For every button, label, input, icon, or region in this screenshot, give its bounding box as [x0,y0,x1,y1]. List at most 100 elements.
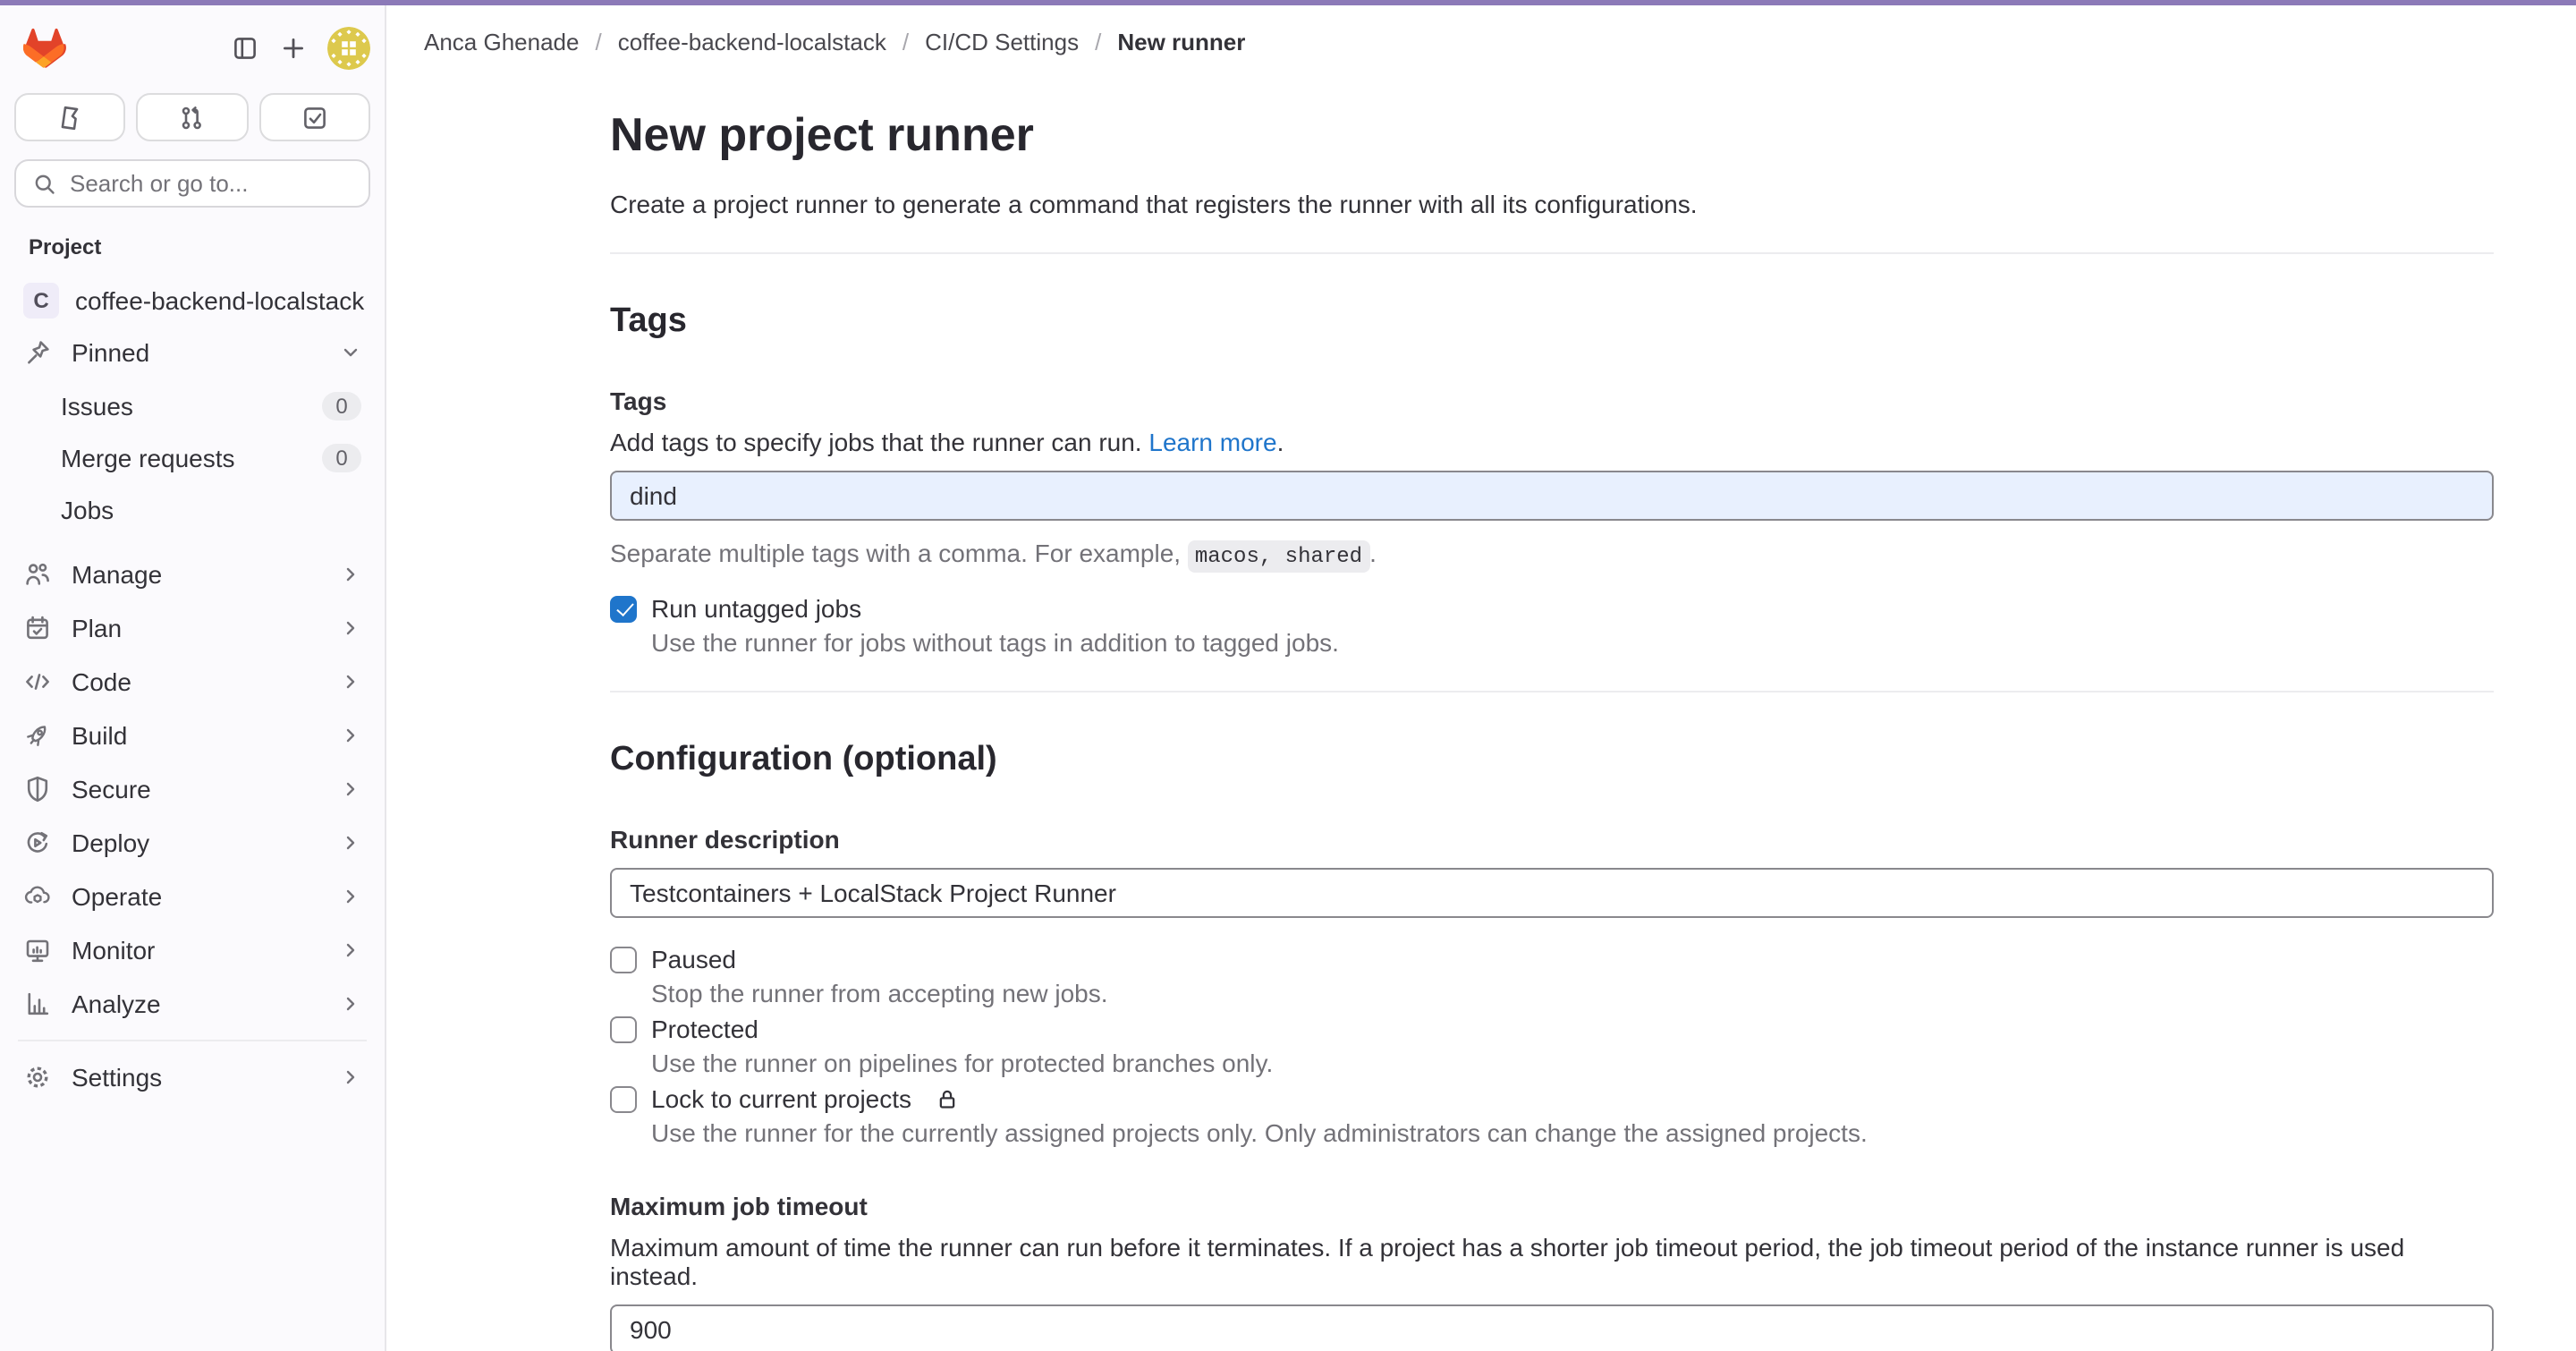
paused-group: Paused Stop the runner from accepting ne… [610,945,2494,1007]
run-untagged-label: Run untagged jobs [651,594,861,623]
runner-description-input[interactable] [610,868,2494,918]
todo-shortcut-button[interactable] [258,93,370,141]
section-divider [610,252,2494,254]
issues-count-badge: 0 [322,391,361,420]
breadcrumb-link[interactable]: coffee-backend-localstack [618,29,886,55]
sidebar-item-jobs[interactable]: Jobs [7,483,377,535]
protected-help: Use the runner on pipelines for protecte… [651,1049,2494,1077]
tags-help-text: Separate multiple tags with a comma. For… [610,539,2494,569]
project-name: coffee-backend-localstack [75,286,364,315]
rocket-icon [23,721,52,750]
sidebar: Search or go to... Project C coffee-back… [0,5,386,1351]
run-untagged-group: Run untagged jobs Use the runner for job… [610,594,2494,657]
plus-icon[interactable] [279,34,308,63]
sidebar-item-build[interactable]: Build [7,709,377,762]
protected-checkbox[interactable] [610,1015,637,1042]
code-icon [23,667,52,696]
lock-projects-checkbox[interactable] [610,1085,637,1112]
lock-projects-help: Use the runner for the currently assigne… [651,1118,2494,1147]
chevron-right-icon [340,778,361,800]
sidebar-item-operate[interactable]: Operate [7,870,377,923]
gitlab-logo-icon[interactable] [23,27,66,70]
sidebar-item-merge-requests[interactable]: Merge requests 0 [7,431,377,483]
sidebar-item-plan[interactable]: Plan [7,601,377,655]
sidebar-project-item[interactable]: C coffee-backend-localstack [7,276,377,326]
collapse-sidebar-icon[interactable] [231,34,259,63]
chevron-right-icon [340,617,361,639]
sidebar-item-secure[interactable]: Secure [7,762,377,816]
page-content: New project runner Create a project runn… [386,79,2494,1351]
chevron-right-icon [340,832,361,854]
users-icon [23,560,52,589]
gear-icon [23,1063,52,1092]
merge-requests-shortcut-button[interactable] [137,93,249,141]
sidebar-item-manage[interactable]: Manage [7,548,377,601]
page-title: New project runner [610,107,2494,163]
chevron-right-icon [340,564,361,585]
search-icon [32,171,57,196]
main-area: Anca Ghenade / coffee-backend-localstack… [386,5,2576,1351]
page-description: Create a project runner to generate a co… [610,190,2494,218]
sidebar-pinned-label: Pinned [72,338,149,367]
protected-group: Protected Use the runner on pipelines fo… [610,1015,2494,1077]
chevron-right-icon [340,1066,361,1088]
gitlab-app: Search or go to... Project C coffee-back… [0,0,2576,1351]
run-untagged-checkbox[interactable] [610,595,637,622]
lock-projects-label: Lock to current projects [651,1084,911,1113]
chevron-right-icon [340,886,361,907]
timeout-label: Maximum job timeout [610,1192,2494,1220]
timeout-input[interactable] [610,1304,2494,1351]
todo-check-icon [301,103,329,132]
sidebar-shortcuts [14,93,370,141]
paused-help: Stop the runner from accepting new jobs. [651,979,2494,1007]
breadcrumb-link[interactable]: CI/CD Settings [925,29,1079,55]
chart-icon [23,990,52,1018]
tags-field-label: Tags [610,387,2494,415]
sidebar-divider [18,1040,367,1041]
sidebar-item-settings[interactable]: Settings [7,1050,377,1104]
breadcrumb-current: New runner [1117,29,1245,55]
chevron-right-icon [340,993,361,1015]
sidebar-item-issues[interactable]: Issues 0 [7,379,377,431]
sidebar-pinned-toggle[interactable]: Pinned [7,326,377,379]
timeout-description: Maximum amount of time the runner can ru… [610,1233,2494,1290]
breadcrumb: Anca Ghenade / coffee-backend-localstack… [386,5,2576,79]
issues-shortcut-button[interactable] [14,93,126,141]
chevron-right-icon [340,671,361,692]
user-avatar[interactable] [327,27,370,70]
configuration-section-heading: Configuration (optional) [610,741,2494,780]
search-input[interactable]: Search or go to... [14,159,370,208]
protected-label: Protected [651,1015,758,1043]
merge-request-icon [178,103,207,132]
chevron-right-icon [340,725,361,746]
sidebar-item-analyze[interactable]: Analyze [7,977,377,1031]
tags-section-heading: Tags [610,302,2494,342]
calendar-icon [23,614,52,642]
monitor-icon [23,936,52,964]
sidebar-nav: Manage Plan Code Build [0,548,385,1031]
shield-icon [23,775,52,803]
project-avatar: C [23,283,59,319]
breadcrumb-link[interactable]: Anca Ghenade [424,29,579,55]
sidebar-item-monitor[interactable]: Monitor [7,923,377,977]
learn-more-link[interactable]: Learn more [1148,428,1276,456]
merge-requests-count-badge: 0 [322,443,361,472]
sidebar-item-code[interactable]: Code [7,655,377,709]
run-untagged-help: Use the runner for jobs without tags in … [651,628,2494,657]
sidebar-section-label: Project [29,234,385,259]
paused-label: Paused [651,945,736,973]
tags-input[interactable] [610,471,2494,521]
lock-icon [935,1087,958,1110]
pin-icon [23,338,52,367]
chevron-right-icon [340,939,361,961]
chevron-down-icon [340,342,361,363]
issue-document-icon [55,103,84,132]
tags-field-description: Add tags to specify jobs that the runner… [610,428,2494,456]
sidebar-item-deploy[interactable]: Deploy [7,816,377,870]
paused-checkbox[interactable] [610,946,637,973]
lock-projects-group: Lock to current projects Use the runner … [610,1084,2494,1147]
search-placeholder: Search or go to... [70,170,248,197]
cloud-pod-icon [23,882,52,911]
section-divider [610,691,2494,692]
deploy-icon [23,828,52,857]
